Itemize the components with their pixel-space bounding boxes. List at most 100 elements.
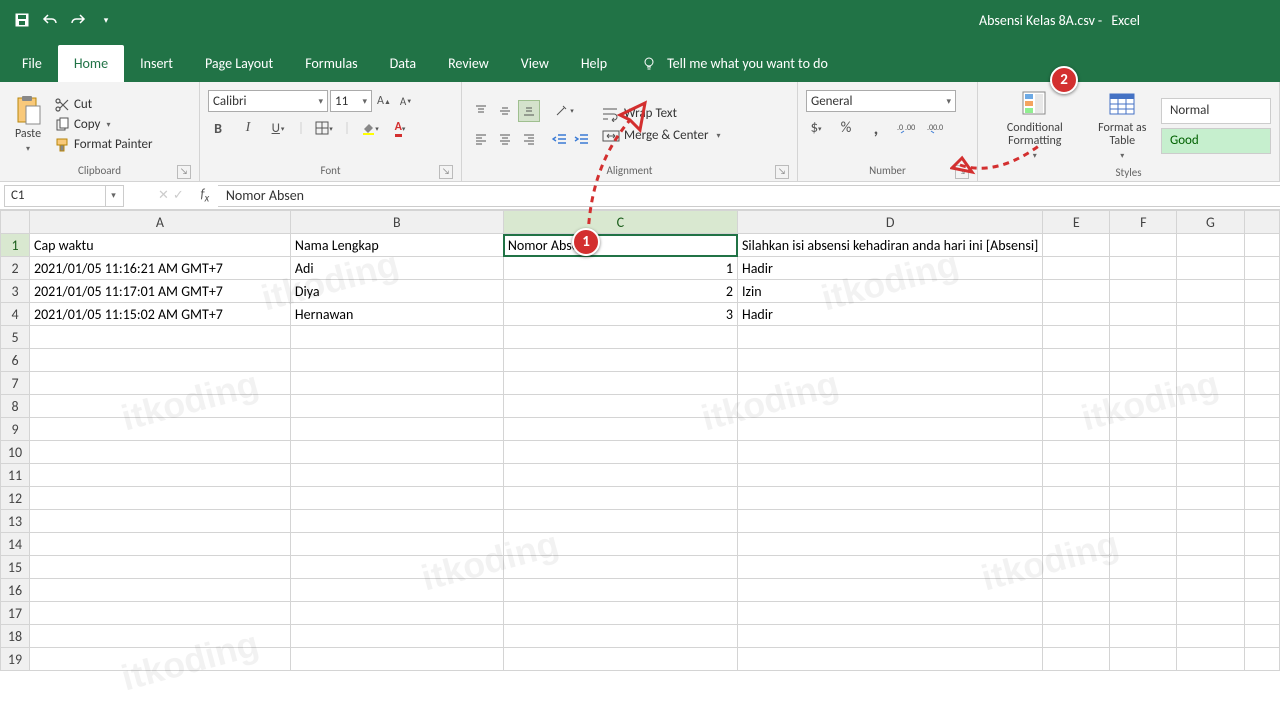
cell-F1[interactable] (1110, 234, 1177, 257)
percent-format-button[interactable]: % (836, 118, 856, 138)
format-painter-button[interactable]: Format Painter (54, 137, 153, 153)
cell-D4[interactable]: Hadir (738, 303, 1043, 326)
borders-button[interactable]: ▾ (314, 118, 334, 138)
tab-formulas[interactable]: Formulas (289, 45, 373, 82)
bold-button[interactable]: B (208, 118, 228, 138)
col-header-C[interactable]: C (503, 211, 737, 234)
fill-color-button[interactable]: ▾ (360, 118, 380, 138)
cell-D3[interactable]: Izin (738, 280, 1043, 303)
comma-format-button[interactable]: , (866, 118, 886, 138)
row-header-18[interactable]: 18 (1, 625, 30, 648)
italic-button[interactable]: I (238, 118, 258, 138)
cell-C4[interactable]: 3 (503, 303, 737, 326)
decrease-indent-button[interactable] (550, 129, 570, 149)
conditional-formatting-button[interactable]: Conditional Formatting▾ (986, 86, 1084, 165)
cell-C1[interactable]: Nomor Absen (503, 234, 737, 257)
worksheet-grid[interactable]: A B C D E F G 1 Cap waktu Nama Lengkap N… (0, 210, 1280, 671)
tab-review[interactable]: Review (432, 45, 505, 82)
font-size-select[interactable]: 11▾ (330, 90, 372, 112)
cut-button[interactable]: Cut (54, 97, 153, 113)
number-format-select[interactable]: General▾ (806, 90, 956, 112)
font-color-button[interactable]: A▾ (390, 118, 410, 138)
tab-page-layout[interactable]: Page Layout (189, 45, 289, 82)
row-header-12[interactable]: 12 (1, 487, 30, 510)
row-header-10[interactable]: 10 (1, 441, 30, 464)
align-center-button[interactable] (494, 128, 516, 150)
copy-button[interactable]: Copy▾ (54, 117, 153, 133)
row-header-14[interactable]: 14 (1, 533, 30, 556)
decrease-decimal-button[interactable]: .00.0 (926, 118, 946, 138)
name-box-dropdown-icon[interactable]: ▾ (105, 186, 121, 206)
row-header-4[interactable]: 4 (1, 303, 30, 326)
row-header-6[interactable]: 6 (1, 349, 30, 372)
col-header-E[interactable]: E (1043, 211, 1110, 234)
underline-button[interactable]: U▾ (268, 118, 288, 138)
save-icon[interactable] (14, 12, 30, 28)
row-header-8[interactable]: 8 (1, 395, 30, 418)
row-header-16[interactable]: 16 (1, 579, 30, 602)
cell-B4[interactable]: Hernawan (290, 303, 503, 326)
tab-data[interactable]: Data (374, 45, 432, 82)
cell-B1[interactable]: Nama Lengkap (290, 234, 503, 257)
decrease-font-icon[interactable]: A▼ (396, 91, 416, 111)
cell-D2[interactable]: Hadir (738, 257, 1043, 280)
cell-style-good[interactable]: Good (1161, 128, 1271, 154)
cell-C3[interactable]: 2 (503, 280, 737, 303)
col-header-A[interactable]: A (29, 211, 290, 234)
cell-C2[interactable]: 1 (503, 257, 737, 280)
accounting-format-button[interactable]: $▾ (806, 118, 826, 138)
wrap-text-button[interactable]: Wrap Text (602, 106, 721, 122)
align-middle-button[interactable] (494, 100, 516, 122)
enter-formula-icon[interactable]: ✓ (173, 188, 184, 203)
row-header-3[interactable]: 3 (1, 280, 30, 303)
formula-input[interactable]: Nomor Absen (218, 185, 1280, 207)
row-header-17[interactable]: 17 (1, 602, 30, 625)
redo-icon[interactable] (70, 12, 86, 28)
tab-help[interactable]: Help (565, 45, 623, 82)
tab-home[interactable]: Home (58, 45, 124, 82)
cell-E1[interactable] (1043, 234, 1110, 257)
alignment-dialog-launcher[interactable]: ↘ (775, 165, 789, 179)
qat-dropdown-icon[interactable]: ▾ (98, 12, 114, 28)
row-header-15[interactable]: 15 (1, 556, 30, 579)
number-dialog-launcher[interactable]: ↘ (955, 165, 969, 179)
cell-A3[interactable]: 2021/01/05 11:17:01 AM GMT+7 (29, 280, 290, 303)
font-name-select[interactable]: Calibri▾ (208, 90, 328, 112)
clipboard-dialog-launcher[interactable]: ↘ (177, 165, 191, 179)
row-header-13[interactable]: 13 (1, 510, 30, 533)
increase-font-icon[interactable]: A▲ (374, 91, 394, 111)
cell-G1[interactable] (1177, 234, 1244, 257)
tell-me-search[interactable]: Tell me what you want to do (641, 55, 828, 82)
col-header-F[interactable]: F (1110, 211, 1177, 234)
align-right-button[interactable] (518, 128, 540, 150)
format-as-table-button[interactable]: Format as Table▾ (1088, 86, 1157, 165)
align-bottom-button[interactable] (518, 100, 540, 122)
col-header-G[interactable]: G (1177, 211, 1244, 234)
cancel-formula-icon[interactable]: ✕ (158, 188, 169, 203)
font-dialog-launcher[interactable]: ↘ (439, 165, 453, 179)
row-header-7[interactable]: 7 (1, 372, 30, 395)
align-left-button[interactable] (470, 128, 492, 150)
cell-D1[interactable]: Silahkan isi absensi kehadiran anda hari… (738, 234, 1043, 257)
tab-insert[interactable]: Insert (124, 45, 189, 82)
cell-B3[interactable]: Diya (290, 280, 503, 303)
tab-view[interactable]: View (505, 45, 565, 82)
cell-A2[interactable]: 2021/01/05 11:16:21 AM GMT+7 (29, 257, 290, 280)
row-header-5[interactable]: 5 (1, 326, 30, 349)
align-top-button[interactable] (470, 100, 492, 122)
cell-style-normal[interactable]: Normal (1161, 98, 1271, 124)
undo-icon[interactable] (42, 12, 58, 28)
cell-A4[interactable]: 2021/01/05 11:15:02 AM GMT+7 (29, 303, 290, 326)
increase-indent-button[interactable] (572, 129, 592, 149)
increase-decimal-button[interactable]: .0.00 (896, 118, 916, 138)
cell-A1[interactable]: Cap waktu (29, 234, 290, 257)
orientation-button[interactable]: ▾ (554, 101, 574, 121)
tab-file[interactable]: File (6, 45, 58, 82)
paste-button[interactable]: Paste ▾ (8, 92, 48, 158)
cell-B2[interactable]: Adi (290, 257, 503, 280)
row-header-11[interactable]: 11 (1, 464, 30, 487)
row-header-1[interactable]: 1 (1, 234, 30, 257)
merge-center-button[interactable]: Merge & Center▾ (602, 128, 721, 144)
name-box[interactable]: C1 ▾ (4, 185, 124, 207)
col-header-H[interactable] (1244, 211, 1279, 234)
